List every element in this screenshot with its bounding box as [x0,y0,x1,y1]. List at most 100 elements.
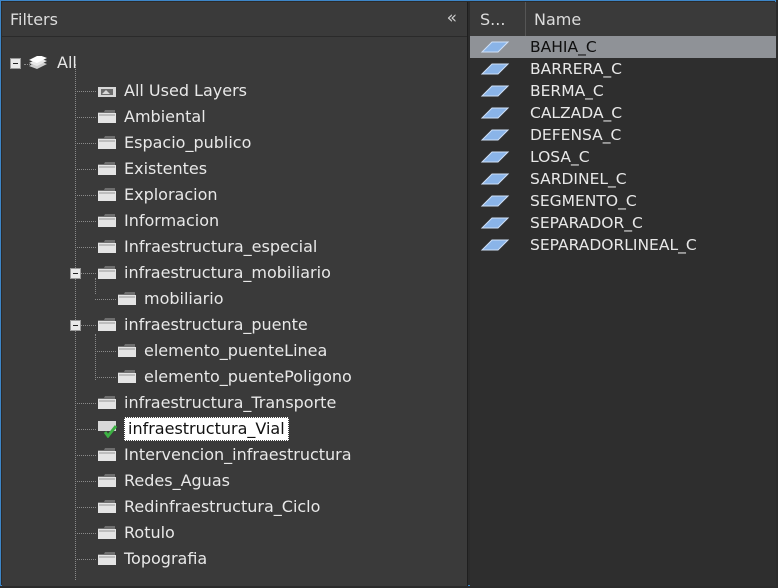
collapse-expander[interactable] [70,320,81,331]
layer-row[interactable]: DEFENSA_C [470,124,776,146]
polygon-layer-icon [480,216,510,230]
tree-node-label: Informacion [124,211,220,230]
tree-node-all[interactable]: All [10,50,77,76]
filter-tree: All All Used Layers Ambiental Espacio_publ… [2,36,467,586]
tree-node-exploracion[interactable]: Exploracion [98,182,218,208]
tree-node-label: Infraestructura_especial [124,237,318,256]
layer-name: DEFENSA_C [530,126,622,144]
folder-icon [98,318,116,332]
layer-row[interactable]: BERMA_C [470,80,776,102]
folder-icon [98,474,116,488]
folder-icon [98,266,116,280]
folder-icon [98,526,116,540]
polygon-layer-icon [480,106,510,120]
tree-line [75,169,96,170]
layer-row[interactable]: SEGMENTO_C [470,190,776,212]
polygon-layer-icon [480,194,510,208]
tree-line [75,195,96,196]
tree-node-redinfraestructura-ciclo[interactable]: Redinfraestructura_Ciclo [98,494,320,520]
tree-node-elemento-puentepoligono[interactable]: elemento_puentePoligono [118,364,352,390]
tree-node-infraestructura-mobiliario[interactable]: infraestructura_mobiliario [98,260,331,286]
tree-line [75,91,96,92]
tree-node-label: Exploracion [124,185,218,204]
folder-icon [98,500,116,514]
tree-node-infraestructura-transporte[interactable]: infraestructura_Transporte [98,390,336,416]
tree-node-label: Existentes [124,159,208,178]
layer-row[interactable]: SEPARADOR_C [470,212,776,234]
tree-node-ambiental[interactable]: Ambiental [98,104,206,130]
tree-line [75,117,96,118]
tree-node-elemento-puentelinea[interactable]: elemento_puenteLinea [118,338,327,364]
layer-row[interactable]: BAHIA_C [470,36,776,58]
tree-line [95,377,116,378]
tree-line [75,559,96,560]
filters-panel: Filters « All All Used Layers Ambiental Es… [2,2,468,586]
folder-icon [98,552,116,566]
collapse-panel-button[interactable]: « [447,8,457,28]
tree-line [95,334,96,380]
layer-name: SEPARADORLINEAL_C [530,236,697,254]
folder-icon [98,188,116,202]
tree-node-redes-aguas[interactable]: Redes_Aguas [98,468,230,494]
folder-icon [118,370,136,384]
tree-node-infraestructura-puente[interactable]: infraestructura_puente [98,312,308,338]
tree-node-label: mobiliario [144,289,224,308]
tree-node-existentes[interactable]: Existentes [98,156,207,182]
tree-node-espacio-publico[interactable]: Espacio_publico [98,130,251,156]
polygon-layer-icon [480,172,510,186]
tree-node-rotulo[interactable]: Rotulo [98,520,175,546]
tree-line [75,429,96,430]
layer-row[interactable]: BARRERA_C [470,58,776,80]
layer-name: SARDINEL_C [530,170,627,188]
tree-node-label: Intervencion_infraestructura [124,445,352,464]
layer-list-header: S... Name [470,2,776,37]
filters-header: Filters « [2,2,467,37]
tree-node-label: All Used Layers [124,81,247,100]
tree-node-label: elemento_puenteLinea [144,341,328,360]
tree-line [75,143,96,144]
layer-list-panel: S... Name BAHIA_C BARRERA_C BERMA_C CALZADA… [470,2,776,586]
layer-name: SEPARADOR_C [530,214,643,232]
layer-name: CALZADA_C [530,104,623,122]
layer-row[interactable]: LOSA_C [470,146,776,168]
folder-icon [98,396,116,410]
layer-name: LOSA_C [530,148,590,166]
tree-node-intervencion-infraestructura[interactable]: Intervencion_infraestructura [98,442,352,468]
checked-folder-icon [98,420,120,438]
polygon-layer-icon [480,128,510,142]
polygon-layer-icon [480,84,510,98]
collapse-expander[interactable] [70,268,81,279]
tree-node-label: infraestructura_mobiliario [124,263,331,282]
tree-node-label: infraestructura_puente [124,315,308,334]
folder-icon [98,240,116,254]
polygon-layer-icon [480,238,510,252]
tree-node-infraestructura-especial[interactable]: Infraestructura_especial [98,234,317,260]
column-header-status[interactable]: S... [470,2,526,36]
tree-node-label: Topografia [124,549,208,568]
polygon-layer-icon [480,150,510,164]
tree-line [75,403,96,404]
layer-name: BARRERA_C [530,60,622,78]
layers-stack-icon [27,56,49,70]
tree-node-label: All [57,53,77,72]
tree-node-topografia[interactable]: Topografia [98,546,207,572]
tree-node-label: infraestructura_Transporte [124,393,337,412]
layer-name: BAHIA_C [530,38,597,56]
folder-icon [98,136,116,150]
tree-node-label: Redes_Aguas [124,471,230,490]
used-layers-folder-icon [98,84,116,98]
layer-row[interactable]: CALZADA_C [470,102,776,124]
tree-line [75,455,96,456]
layer-row[interactable]: SEPARADORLINEAL_C [470,234,776,256]
layer-row[interactable]: SARDINEL_C [470,168,776,190]
tree-node-all used layers[interactable]: All Used Layers [98,78,247,104]
tree-node-label: elemento_puentePoligono [144,367,352,386]
tree-node-label: Redinfraestructura_Ciclo [124,497,321,516]
tree-node-infraestructura-vial[interactable]: infraestructura_Vial [98,416,289,442]
tree-node-informacion[interactable]: Informacion [98,208,219,234]
folder-icon [118,292,136,306]
tree-line [75,221,96,222]
folder-icon [98,110,116,124]
collapse-expander[interactable] [10,57,21,69]
tree-node-mobiliario[interactable]: mobiliario [118,286,223,312]
